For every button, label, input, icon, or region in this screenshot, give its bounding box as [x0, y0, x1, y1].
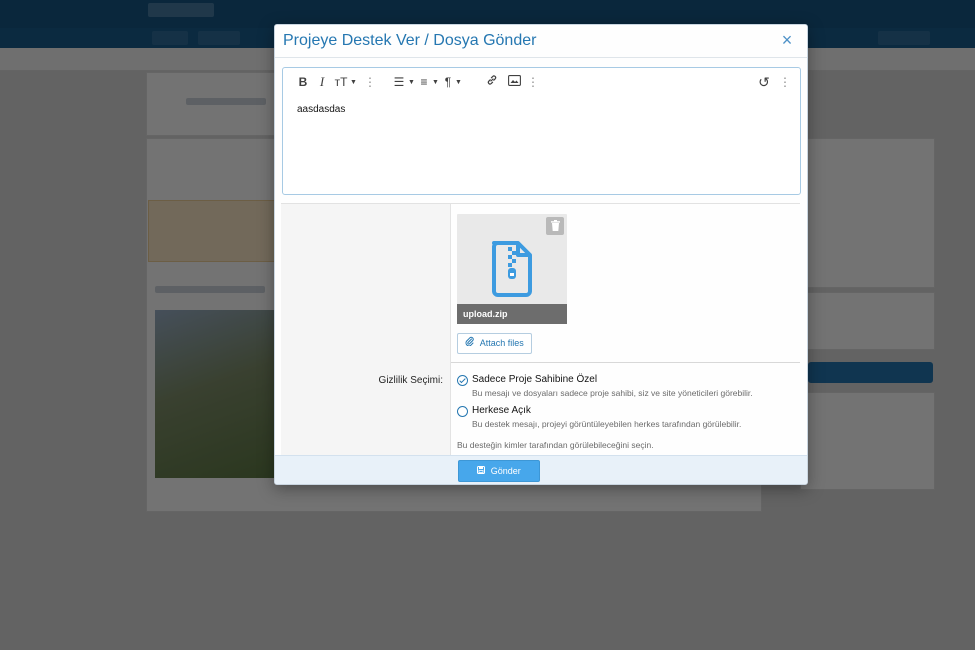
- close-icon[interactable]: ×: [777, 30, 797, 50]
- bold-icon[interactable]: B: [297, 74, 309, 90]
- chevron-down-icon: ▼: [455, 78, 462, 86]
- align-icon[interactable]: ≡: [418, 74, 430, 90]
- zip-file-icon: [492, 241, 532, 297]
- radio-public-hint: Bu destek mesajı, projeyi görüntüleyebil…: [472, 419, 742, 429]
- paragraph-icon[interactable]: ¶: [443, 74, 453, 90]
- privacy-row: Gizlilik Seçimi: Sadece Proje Sahibine Ö…: [281, 362, 800, 455]
- upload-row: upload.zip Attach files: [281, 203, 800, 363]
- modal-title: Projeye Destek Ver / Dosya Gönder: [283, 32, 537, 49]
- chevron-down-icon: ▼: [408, 78, 415, 86]
- italic-icon[interactable]: I: [317, 74, 327, 90]
- radio-checked-icon[interactable]: [457, 375, 468, 386]
- chevron-down-icon: ▼: [350, 78, 357, 86]
- link-glyph: [487, 75, 497, 85]
- privacy-explain: Bu desteğin kimler tarafından görülebile…: [457, 440, 654, 450]
- editor-toolbar: B I тT ▼ ⋮ ☰ ▼ ≡ ▼ ¶ ▼ ⋮ ↺ ⋮: [283, 68, 800, 96]
- attachment-file-tile: upload.zip: [457, 214, 567, 324]
- font-size-icon[interactable]: тT: [334, 74, 348, 90]
- submit-button[interactable]: Gönder: [458, 460, 540, 482]
- save-glyph: [477, 466, 486, 474]
- paperclip-icon: [465, 336, 477, 349]
- list-icon[interactable]: ☰: [392, 74, 406, 90]
- modal-header: Projeye Destek Ver / Dosya Gönder ×: [275, 25, 807, 58]
- upload-label-column: [281, 204, 451, 362]
- image-icon[interactable]: [507, 74, 521, 90]
- radio-private-label: Sadece Proje Sahibine Özel: [472, 374, 598, 385]
- privacy-label-column: Gizlilik Seçimi:: [281, 362, 451, 455]
- more-insert-icon[interactable]: ⋮: [527, 74, 539, 90]
- radio-public-label: Herkese Açık: [472, 405, 531, 416]
- save-icon: [477, 466, 488, 476]
- undo-icon[interactable]: ↺: [757, 74, 771, 90]
- link-icon[interactable]: [485, 74, 499, 90]
- editor-content[interactable]: aasdasdas: [297, 104, 345, 115]
- image-glyph: [507, 75, 521, 86]
- trash-icon[interactable]: [546, 217, 564, 235]
- chevron-down-icon: ▼: [432, 78, 439, 86]
- trash-glyph: [550, 220, 560, 231]
- attach-files-button[interactable]: Attach files: [457, 333, 532, 354]
- attach-files-label: Attach files: [479, 338, 524, 348]
- modal-footer: Gönder: [275, 455, 807, 484]
- radio-unchecked-icon[interactable]: [457, 406, 468, 417]
- privacy-label: Gizlilik Seçimi:: [378, 375, 443, 386]
- paperclip-glyph: [465, 336, 474, 347]
- file-name: upload.zip: [457, 304, 567, 324]
- more-text-icon[interactable]: ⋮: [364, 74, 376, 90]
- support-modal: Projeye Destek Ver / Dosya Gönder × B I …: [274, 24, 808, 485]
- rich-text-editor: B I тT ▼ ⋮ ☰ ▼ ≡ ▼ ¶ ▼ ⋮ ↺ ⋮ aasdasdas: [282, 67, 801, 195]
- submit-label: Gönder: [490, 466, 521, 476]
- font-size-glyph: тT: [334, 75, 348, 89]
- more-options-icon[interactable]: ⋮: [779, 74, 791, 90]
- radio-private-hint: Bu mesajı ve dosyaları sadece proje sahi…: [472, 388, 753, 398]
